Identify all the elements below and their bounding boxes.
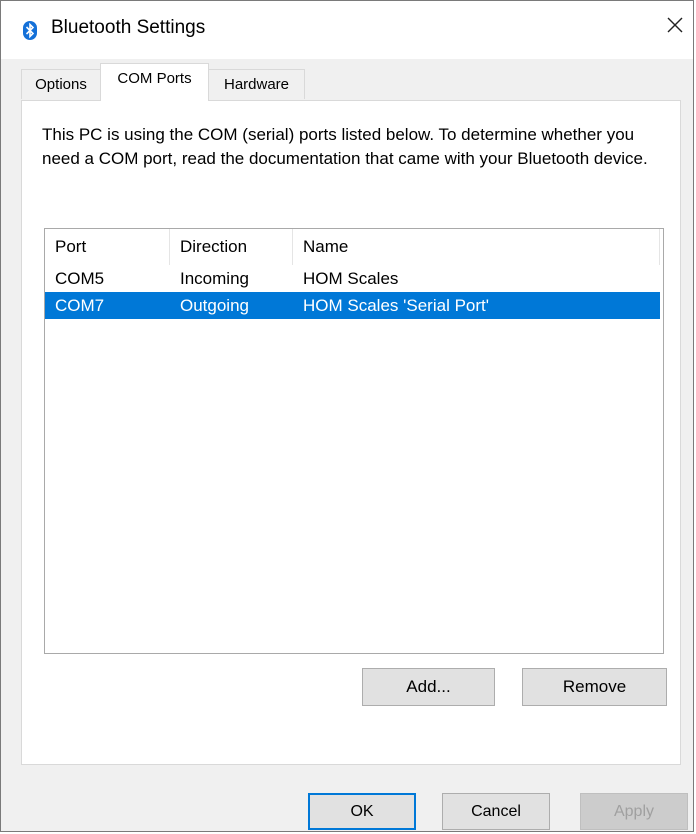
- column-header-direction[interactable]: Direction: [170, 229, 293, 265]
- table-row[interactable]: COM5 Incoming HOM Scales: [45, 265, 660, 292]
- tab-strip: Options COM Ports Hardware: [1, 59, 693, 101]
- add-button[interactable]: Add...: [362, 668, 495, 706]
- name-cell: HOM Scales: [303, 268, 399, 288]
- direction-cell: Incoming: [180, 268, 249, 288]
- direction-cell: Outgoing: [180, 295, 249, 315]
- remove-button[interactable]: Remove: [522, 668, 667, 706]
- bluetooth-icon: [23, 21, 37, 40]
- column-header-port[interactable]: Port: [45, 229, 170, 265]
- close-button[interactable]: [657, 1, 693, 53]
- cancel-button[interactable]: Cancel: [442, 793, 550, 830]
- ok-button[interactable]: OK: [308, 793, 416, 830]
- bluetooth-settings-window: Bluetooth Settings Options COM Ports Har…: [0, 0, 694, 832]
- com-ports-list[interactable]: Port Direction Name COM5 Incoming HOM Sc…: [44, 228, 664, 654]
- title-bar: Bluetooth Settings: [1, 1, 693, 59]
- port-cell: COM7: [55, 295, 105, 315]
- description-text: This PC is using the COM (serial) ports …: [42, 125, 648, 168]
- com-ports-panel: This PC is using the COM (serial) ports …: [21, 100, 681, 765]
- close-icon: [666, 16, 684, 39]
- window-title: Bluetooth Settings: [51, 17, 206, 38]
- tab-com-ports[interactable]: COM Ports: [100, 63, 209, 101]
- column-header-name[interactable]: Name: [293, 229, 660, 265]
- apply-button[interactable]: Apply: [580, 793, 688, 830]
- port-cell: COM5: [55, 268, 105, 288]
- tab-hardware[interactable]: Hardware: [208, 69, 305, 99]
- list-header: Port Direction Name: [45, 229, 663, 265]
- table-row-selected[interactable]: COM7 Outgoing HOM Scales 'Serial Port': [45, 292, 660, 319]
- name-cell: HOM Scales 'Serial Port': [303, 295, 489, 315]
- tab-options[interactable]: Options: [21, 69, 101, 99]
